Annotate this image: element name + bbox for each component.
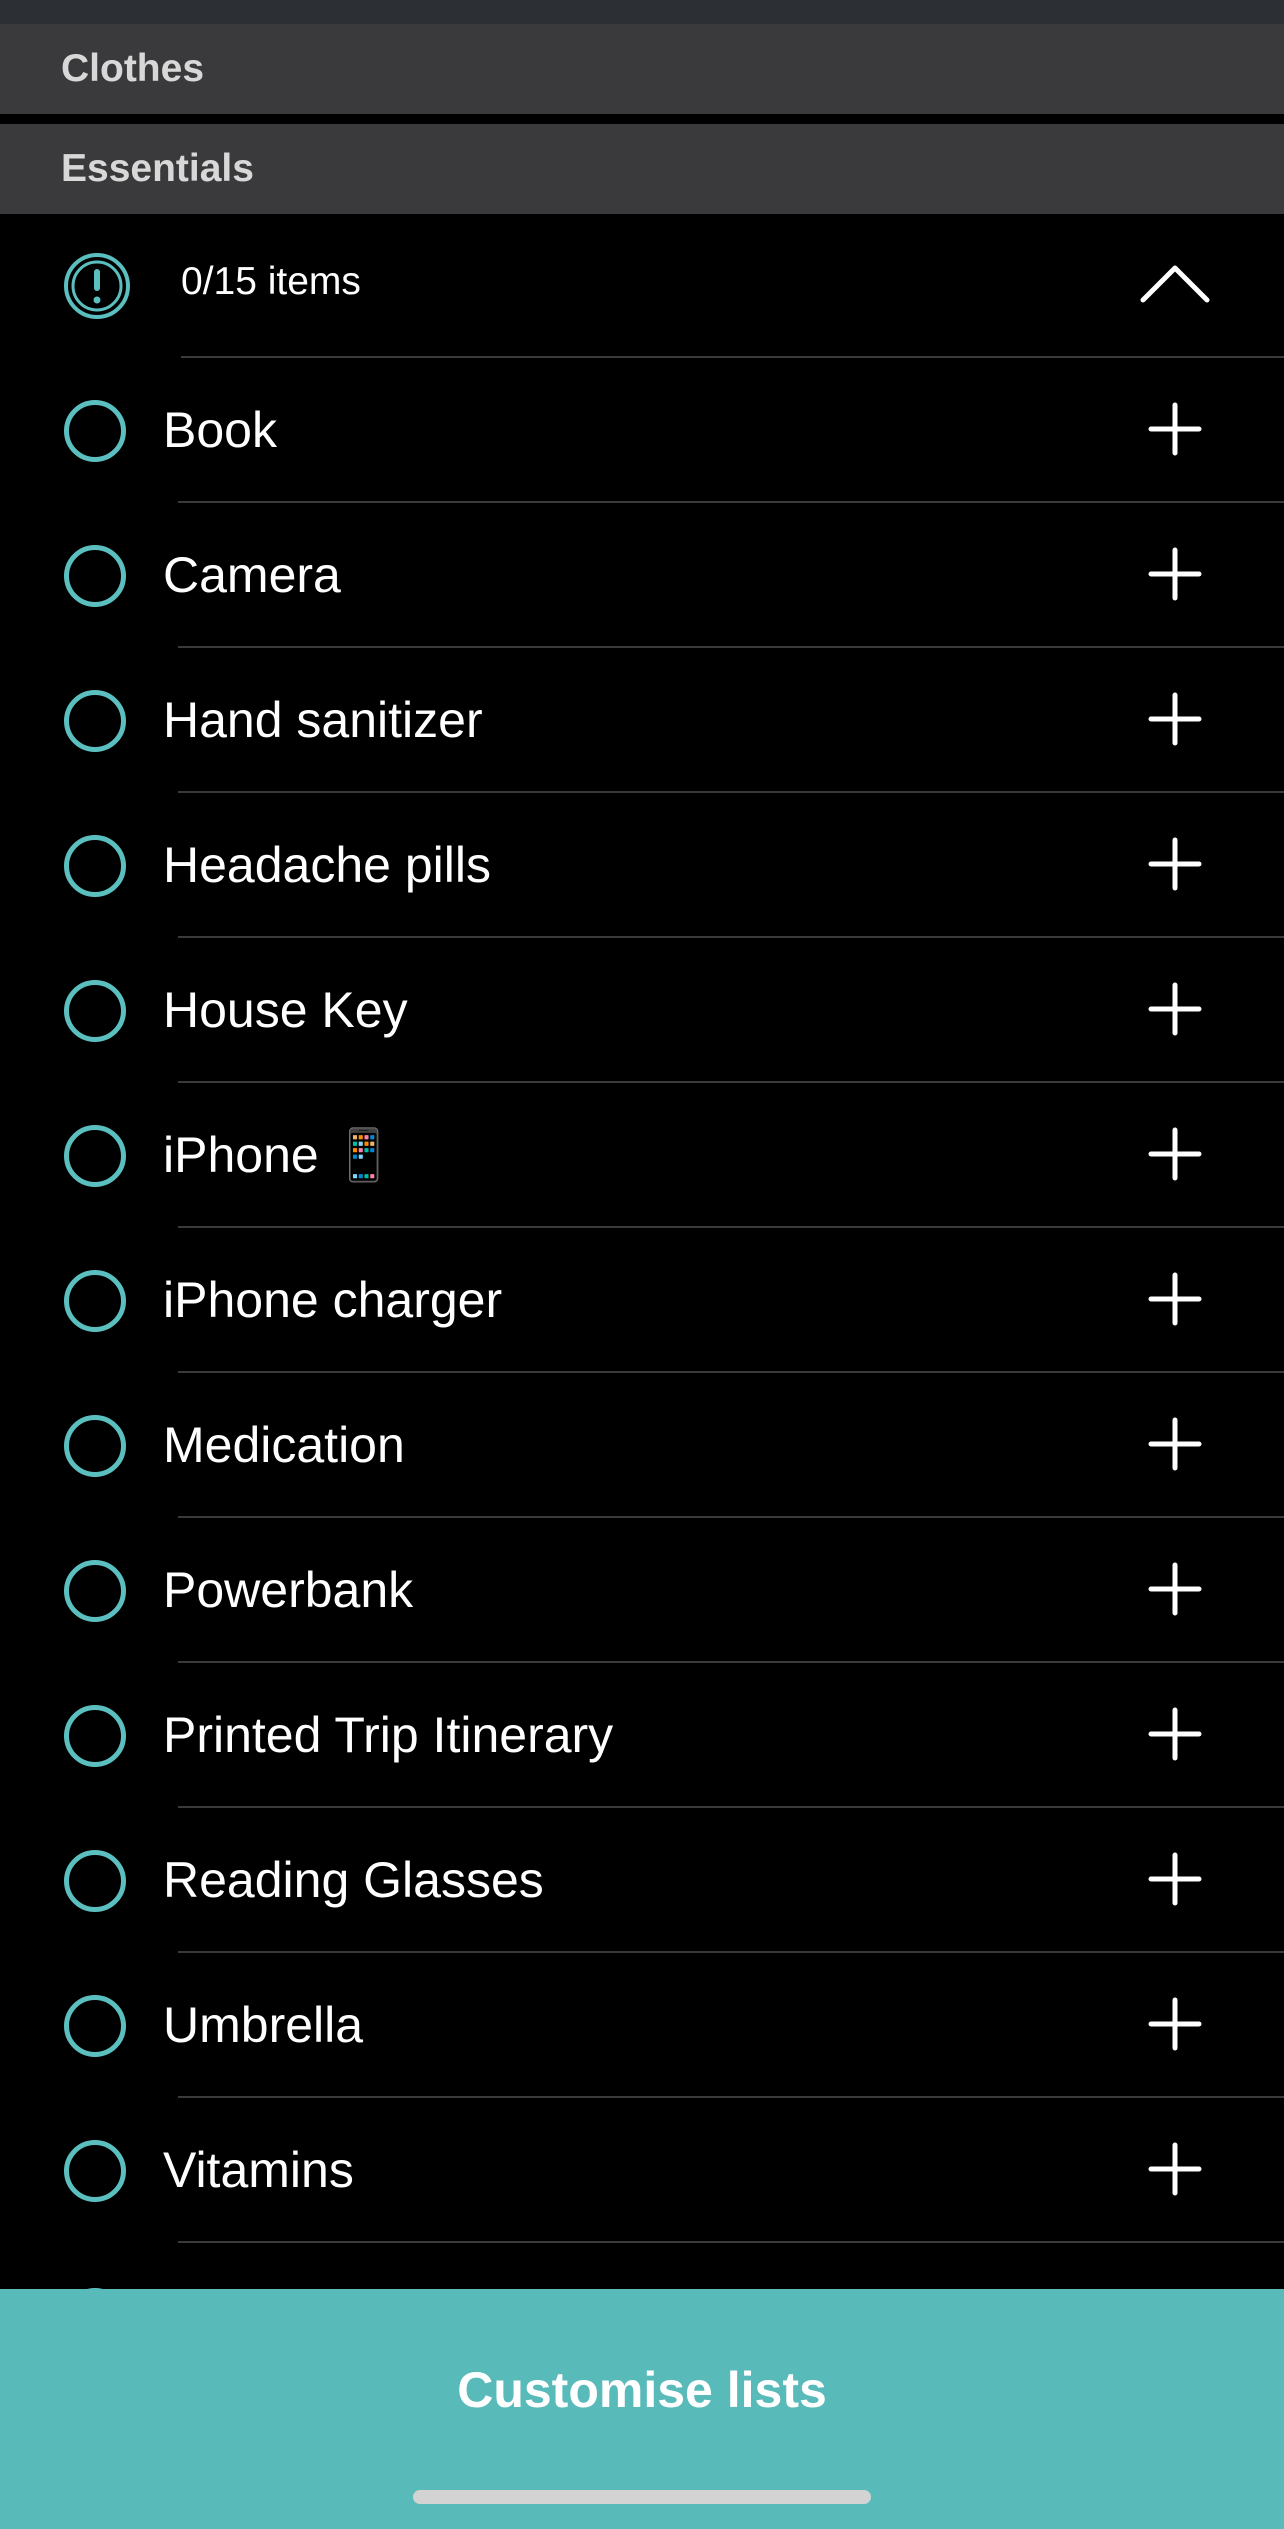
item-label: Vitamins bbox=[163, 2142, 354, 2198]
item-checkbox[interactable] bbox=[64, 1270, 126, 1332]
item-label: Umbrella bbox=[163, 1997, 364, 2053]
list-item[interactable]: Camera bbox=[0, 503, 1284, 648]
item-checkbox[interactable] bbox=[64, 1560, 126, 1622]
list-item[interactable]: House Key bbox=[0, 938, 1284, 1083]
list-item[interactable]: Medication bbox=[0, 1373, 1284, 1518]
list-item[interactable]: iPhone 📱 bbox=[0, 1083, 1284, 1228]
add-item-button[interactable] bbox=[1140, 1991, 1210, 2061]
list-item[interactable]: Umbrella bbox=[0, 1953, 1284, 2098]
add-item-button[interactable] bbox=[1140, 2136, 1210, 2206]
list-item[interactable]: Powerbank bbox=[0, 1518, 1284, 1663]
exclamation-circle-icon bbox=[63, 252, 131, 320]
item-checkbox[interactable] bbox=[64, 835, 126, 897]
item-label: Camera bbox=[163, 547, 341, 603]
item-checkbox[interactable] bbox=[64, 1125, 126, 1187]
plus-icon bbox=[1147, 2141, 1203, 2202]
item-checkbox[interactable] bbox=[64, 1705, 126, 1767]
plus-icon bbox=[1147, 1851, 1203, 1912]
chevron-up-icon bbox=[1139, 262, 1211, 309]
section-title-clothes: Clothes bbox=[61, 47, 205, 90]
list-item[interactable]: Vitamins bbox=[0, 2098, 1284, 2243]
add-item-button[interactable] bbox=[1140, 1266, 1210, 1336]
plus-icon bbox=[1147, 1126, 1203, 1187]
plus-icon bbox=[1147, 1706, 1203, 1767]
plus-icon bbox=[1147, 401, 1203, 462]
plus-icon bbox=[1147, 1271, 1203, 1332]
add-item-button[interactable] bbox=[1140, 976, 1210, 1046]
plus-icon bbox=[1147, 691, 1203, 752]
plus-icon bbox=[1147, 1996, 1203, 2057]
item-label: Powerbank bbox=[163, 1562, 414, 1618]
collapse-section-button[interactable] bbox=[1132, 250, 1218, 320]
essentials-summary-row: 0/15 items bbox=[0, 214, 1284, 358]
add-item-button[interactable] bbox=[1140, 686, 1210, 756]
add-item-button[interactable] bbox=[1140, 831, 1210, 901]
add-item-button[interactable] bbox=[1140, 1121, 1210, 1191]
item-checkbox[interactable] bbox=[64, 2140, 126, 2202]
section-title-essentials: Essentials bbox=[61, 147, 254, 190]
plus-icon bbox=[1147, 836, 1203, 897]
item-checkbox[interactable] bbox=[64, 1415, 126, 1477]
items-count-label: 0/15 items bbox=[181, 260, 361, 303]
item-checkbox[interactable] bbox=[64, 400, 126, 462]
item-label: Reading Glasses bbox=[163, 1852, 544, 1908]
plus-icon bbox=[1147, 1561, 1203, 1622]
list-item[interactable]: iPhone charger bbox=[0, 1228, 1284, 1373]
status-bar-strip bbox=[0, 0, 1284, 24]
add-item-button[interactable] bbox=[1140, 541, 1210, 611]
item-checkbox[interactable] bbox=[64, 545, 126, 607]
add-item-button[interactable] bbox=[1140, 1556, 1210, 1626]
list-item[interactable]: Book bbox=[0, 358, 1284, 503]
item-label: Headache pills bbox=[163, 837, 491, 893]
item-checkbox[interactable] bbox=[64, 1995, 126, 2057]
item-label: House Key bbox=[163, 982, 408, 1038]
list-item[interactable]: Reading Glasses bbox=[0, 1808, 1284, 1953]
home-indicator bbox=[413, 2490, 871, 2504]
list-item[interactable]: Headache pills bbox=[0, 793, 1284, 938]
add-item-button[interactable] bbox=[1140, 1846, 1210, 1916]
row-divider bbox=[178, 2241, 1284, 2243]
item-label: iPhone charger bbox=[163, 1272, 503, 1328]
add-item-button[interactable] bbox=[1140, 1701, 1210, 1771]
plus-icon bbox=[1147, 981, 1203, 1042]
item-label: iPhone 📱 bbox=[163, 1127, 395, 1183]
item-checkbox[interactable] bbox=[64, 1850, 126, 1912]
item-checkbox[interactable] bbox=[64, 980, 126, 1042]
item-checkbox[interactable] bbox=[64, 690, 126, 752]
item-label: Printed Trip Itinerary bbox=[163, 1707, 614, 1763]
add-item-button[interactable] bbox=[1140, 1411, 1210, 1481]
plus-icon bbox=[1147, 546, 1203, 607]
list-item[interactable]: Printed Trip Itinerary bbox=[0, 1663, 1284, 1808]
section-header-essentials[interactable]: Essentials bbox=[0, 124, 1284, 214]
item-label: Medication bbox=[163, 1417, 405, 1473]
section-header-clothes[interactable]: Clothes bbox=[0, 24, 1284, 114]
plus-icon bbox=[1147, 1416, 1203, 1477]
essentials-item-list: Book Camera Hand sanitizer Headache pills Ho… bbox=[0, 358, 1284, 2243]
add-item-button[interactable] bbox=[1140, 396, 1210, 466]
item-label: Book bbox=[163, 402, 277, 458]
item-label: Hand sanitizer bbox=[163, 692, 483, 748]
list-item[interactable]: Hand sanitizer bbox=[0, 648, 1284, 793]
